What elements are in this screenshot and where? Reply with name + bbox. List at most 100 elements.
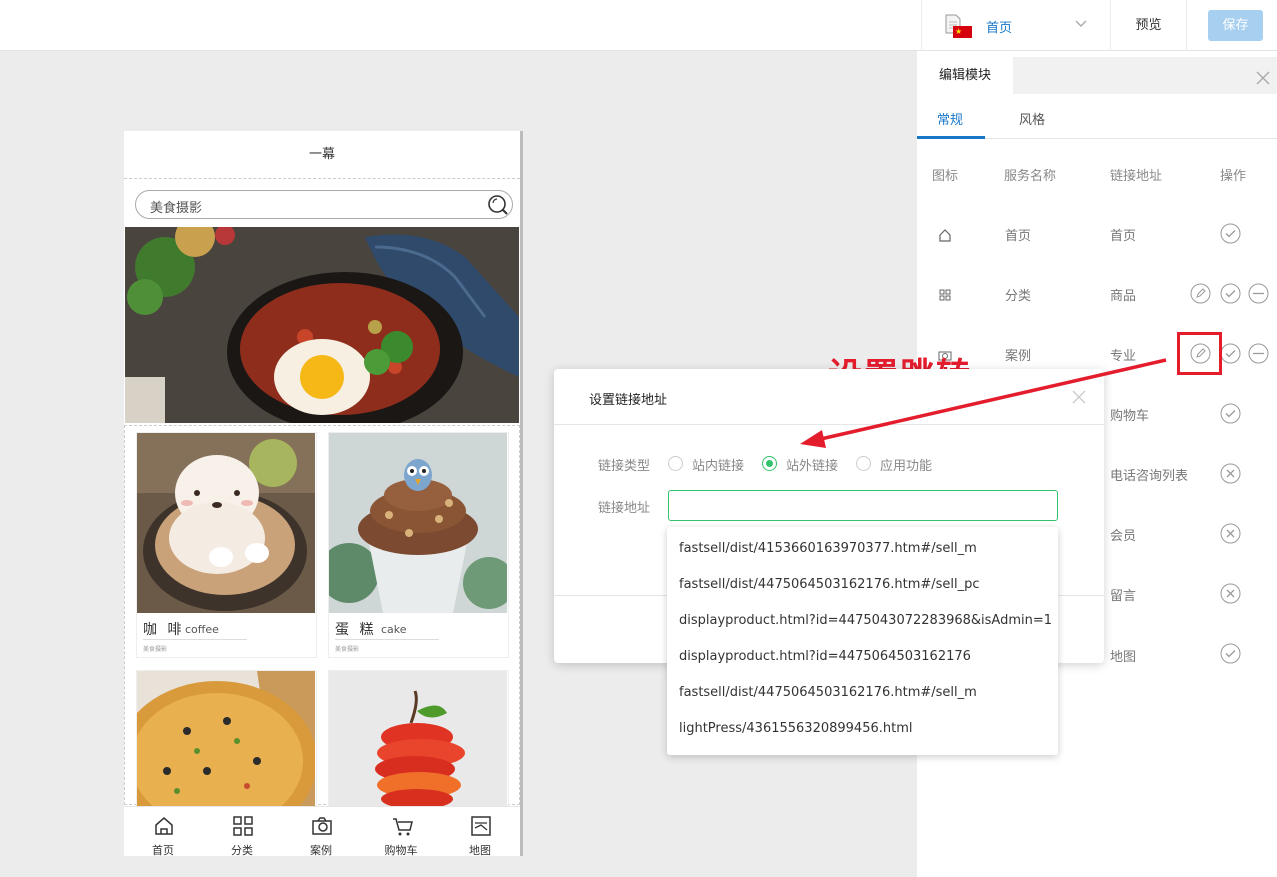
check-icon[interactable] [1220, 643, 1241, 664]
annotation-highlight-box [1177, 332, 1222, 375]
search-input[interactable]: 美食摄影 [135, 190, 513, 219]
pizza-image [137, 671, 315, 807]
coffee-image [137, 433, 315, 613]
camera-icon [312, 817, 332, 835]
edit-pencil-icon[interactable] [1190, 283, 1211, 304]
home-icon [155, 817, 173, 835]
row-link: 留言 [1110, 589, 1137, 604]
grid-icon [939, 289, 951, 301]
nav-cart[interactable]: 购物车 [371, 807, 431, 856]
preview-button[interactable]: 预览 [1111, 0, 1187, 51]
row-link: 电话咨询列表 [1110, 469, 1189, 484]
check-icon[interactable] [1220, 343, 1241, 364]
row-link: 地图 [1110, 650, 1137, 665]
radio-app-function[interactable] [856, 456, 871, 471]
cart-icon [393, 818, 413, 836]
card-title: 咖 啡 [143, 622, 185, 638]
product-card-coffee[interactable]: 咖 啡 coffee 美食摄影 [136, 432, 317, 658]
search-icon[interactable] [487, 194, 509, 216]
card-divider [143, 639, 247, 640]
nav-category-label: 分类 [231, 844, 253, 856]
hero-food-image [125, 227, 519, 423]
check-icon[interactable] [1220, 403, 1241, 424]
chevron-down-icon[interactable] [1074, 19, 1088, 29]
link-suggestions-dropdown: fastsell/dist/4153660163970377.htm#/sell… [667, 527, 1058, 755]
panel-header: 编辑模块 [917, 57, 1277, 94]
row-link: 购物车 [1110, 409, 1150, 424]
page-selector-label[interactable]: 首页 [986, 17, 1012, 36]
link-address-label: 链接地址 [598, 501, 651, 516]
row-link: 商品 [1110, 289, 1137, 304]
apple-image [329, 671, 507, 807]
nav-cases-label: 案例 [310, 844, 332, 856]
cake-image [329, 433, 507, 613]
nav-map[interactable]: 地图 [450, 807, 510, 856]
radio-external-link-label[interactable]: 站外链接 [786, 455, 838, 474]
product-card-cake[interactable]: 蛋 糕 cake 美食摄影 [328, 432, 509, 658]
radio-app-function-label[interactable]: 应用功能 [880, 455, 932, 474]
header-operations: 操作 [1220, 169, 1247, 184]
home-icon [939, 229, 951, 242]
close-icon[interactable] [1256, 71, 1270, 85]
suggestion-item[interactable]: fastsell/dist/4475064503162176.htm#/sell… [679, 685, 977, 700]
check-icon[interactable] [1220, 283, 1241, 304]
header-link: 链接地址 [1110, 169, 1163, 184]
card-divider [335, 639, 439, 640]
suggestion-item[interactable]: fastsell/dist/4475064503162176.htm#/sell… [679, 577, 980, 592]
top-toolbar: ★ 首页 预览 保存 [0, 0, 1277, 51]
close-circle-icon[interactable] [1220, 523, 1241, 544]
close-circle-icon[interactable] [1220, 583, 1241, 604]
suggestion-item[interactable]: lightPress/4361556320899456.html [679, 721, 913, 736]
link-type-label: 链接类型 [598, 459, 651, 474]
dialog-title: 设置链接地址 [589, 393, 668, 408]
suggestion-item[interactable]: displayproduct.html?id=4475043072283968&… [679, 613, 1052, 628]
product-card-pizza[interactable] [136, 670, 317, 807]
china-flag-icon: ★ [953, 26, 972, 38]
dialog-divider [554, 424, 1104, 425]
phone-scrollbar[interactable] [520, 131, 523, 856]
row-service-name: 分类 [1005, 289, 1032, 304]
radio-external-link[interactable] [762, 456, 777, 471]
card-subtitle-en: cake [381, 623, 407, 636]
nav-home[interactable]: 首页 [133, 807, 193, 856]
active-tab-indicator [917, 136, 985, 139]
close-icon[interactable] [1072, 390, 1086, 404]
row-link: 首页 [1110, 229, 1137, 244]
card-subtitle-en: coffee [185, 623, 219, 636]
tab-style[interactable]: 风格 [1019, 109, 1045, 128]
product-grid: 咖 啡 coffee 美食摄影 蛋 糕 cake 美食摄影 [124, 425, 520, 807]
header-icon: 图标 [932, 169, 959, 184]
minus-icon[interactable] [1248, 283, 1269, 304]
row-link: 专业 [1110, 349, 1137, 364]
card-caption: 美食摄影 [143, 646, 168, 653]
map-icon [471, 816, 491, 836]
tab-edit-module[interactable]: 编辑模块 [917, 57, 1013, 94]
row-service-name: 案例 [1005, 349, 1032, 364]
nav-home-label: 首页 [152, 844, 174, 856]
phone-page-title: 一幕 [124, 131, 520, 179]
suggestion-item[interactable]: displayproduct.html?id=4475064503162176 [679, 649, 971, 664]
check-icon[interactable] [1220, 223, 1241, 244]
radio-internal-link-label[interactable]: 站内链接 [692, 455, 744, 474]
product-card-apple[interactable] [328, 670, 509, 807]
tab-general[interactable]: 常规 [937, 109, 963, 128]
search-placeholder: 美食摄影 [150, 201, 203, 216]
card-title: 蛋 糕 [335, 622, 377, 638]
suggestion-item[interactable]: fastsell/dist/4153660163970377.htm#/sell… [679, 541, 977, 556]
grid-icon [233, 816, 253, 836]
radio-internal-link[interactable] [668, 456, 683, 471]
row-link: 会员 [1110, 529, 1137, 544]
link-address-input[interactable] [668, 490, 1058, 521]
save-button[interactable]: 保存 [1208, 10, 1263, 41]
phone-bottom-nav: 首页 分类 案例 购物车 地图 [124, 806, 520, 856]
nav-map-label: 地图 [469, 844, 491, 856]
phone-preview: 一幕 美食摄影 咖 啡 coffee 美食摄影 蛋 糕 cake 美食摄影 首页… [124, 131, 523, 856]
row-service-name: 首页 [1005, 229, 1032, 244]
close-circle-icon[interactable] [1220, 463, 1241, 484]
nav-cart-label: 购物车 [384, 844, 418, 856]
nav-category[interactable]: 分类 [212, 807, 272, 856]
minus-icon[interactable] [1248, 343, 1269, 364]
card-caption: 美食摄影 [335, 646, 360, 653]
header-service-name: 服务名称 [1004, 169, 1057, 184]
nav-cases[interactable]: 案例 [291, 807, 351, 856]
